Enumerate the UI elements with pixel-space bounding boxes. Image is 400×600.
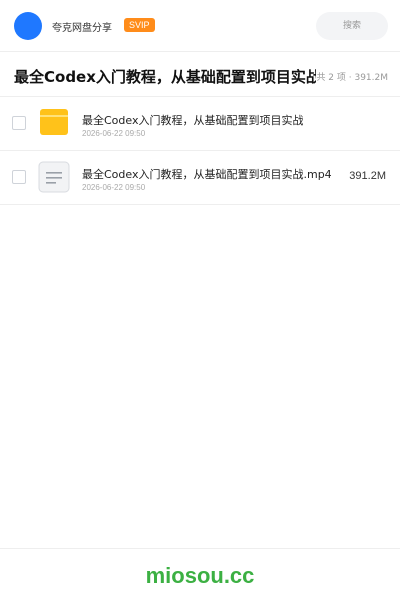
video-file-icon bbox=[38, 161, 70, 193]
file-date: 2026-06-22 09:50 bbox=[82, 129, 146, 138]
item-summary: 共 2 项 · 391.2M bbox=[316, 73, 388, 83]
footer-brand[interactable]: miosou.cc bbox=[0, 563, 400, 589]
row-checkbox[interactable] bbox=[12, 170, 26, 184]
folder-title-bar: 最全Codex入门教程，从基础配置到项目实战 共 2 项 · 391.2M bbox=[0, 53, 400, 97]
avatar[interactable] bbox=[14, 12, 42, 40]
file-date: 2026-06-22 09:50 bbox=[82, 183, 146, 192]
svip-badge: SVIP bbox=[124, 18, 155, 32]
file-row[interactable]: 最全Codex入门教程，从基础配置到项目实战 2026-06-22 09:50 bbox=[0, 97, 400, 151]
folder-icon bbox=[40, 109, 68, 135]
row-checkbox[interactable] bbox=[12, 116, 26, 130]
search-input[interactable]: 搜索 bbox=[316, 12, 388, 40]
file-size: 391.2M bbox=[349, 170, 386, 182]
header: 夸克网盘分享 SVIP 搜索 bbox=[0, 0, 400, 52]
file-row[interactable]: 最全Codex入门教程，从基础配置到项目实战.mp4 2026-06-22 09… bbox=[0, 151, 400, 205]
file-name[interactable]: 最全Codex入门教程，从基础配置到项目实战.mp4 bbox=[82, 166, 332, 182]
brand-name: 夸克网盘分享 bbox=[52, 23, 112, 34]
footer: miosou.cc bbox=[0, 548, 400, 600]
share-page: 夸克网盘分享 SVIP 搜索 最全Codex入门教程，从基础配置到项目实战 共 … bbox=[0, 0, 400, 600]
page-title: 最全Codex入门教程，从基础配置到项目实战 bbox=[14, 68, 316, 86]
file-name[interactable]: 最全Codex入门教程，从基础配置到项目实战 bbox=[82, 112, 303, 128]
